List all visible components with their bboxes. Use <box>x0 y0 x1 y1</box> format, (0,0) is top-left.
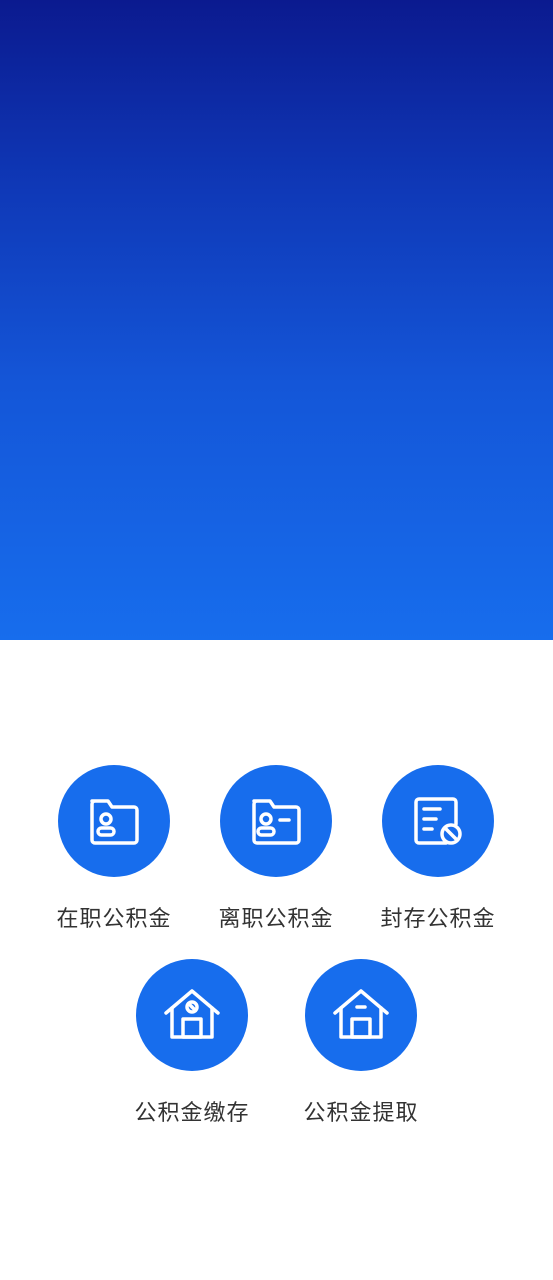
menu-item-icon-circle <box>136 959 248 1071</box>
menu-item-label: 封存公积金 <box>380 907 496 932</box>
menu-item-label: 公积金提取 <box>303 1101 419 1126</box>
menu-item-label: 公积金缴存 <box>134 1101 250 1126</box>
resigned-folder-icon <box>252 799 301 845</box>
menu-item-icon-circle <box>382 765 494 877</box>
house-deposit-icon <box>164 989 220 1039</box>
house-withdraw-icon <box>333 989 389 1039</box>
menu-item-label: 离职公积金 <box>218 907 334 932</box>
menu-item-icon-circle <box>58 765 170 877</box>
menu-item-employed-fund[interactable]: 在职公积金 <box>39 765 189 945</box>
page: 在职公积金 离职公积金 封存公积金 公积金缴存 公积金提取 <box>0 0 553 1280</box>
employee-folder-icon <box>90 799 139 845</box>
menu-item-fund-deposit[interactable]: 公积金缴存 <box>117 959 267 1139</box>
menu-item-label: 在职公积金 <box>56 907 172 932</box>
menu-item-icon-circle <box>305 959 417 1071</box>
menu-item-fund-withdraw[interactable]: 公积金提取 <box>286 959 436 1139</box>
sealed-document-icon <box>414 797 462 845</box>
menu-item-resigned-fund[interactable]: 离职公积金 <box>201 765 351 945</box>
service-grid: 在职公积金 离职公积金 封存公积金 公积金缴存 公积金提取 <box>0 0 553 1280</box>
menu-item-icon-circle <box>220 765 332 877</box>
menu-item-sealed-fund[interactable]: 封存公积金 <box>363 765 513 945</box>
